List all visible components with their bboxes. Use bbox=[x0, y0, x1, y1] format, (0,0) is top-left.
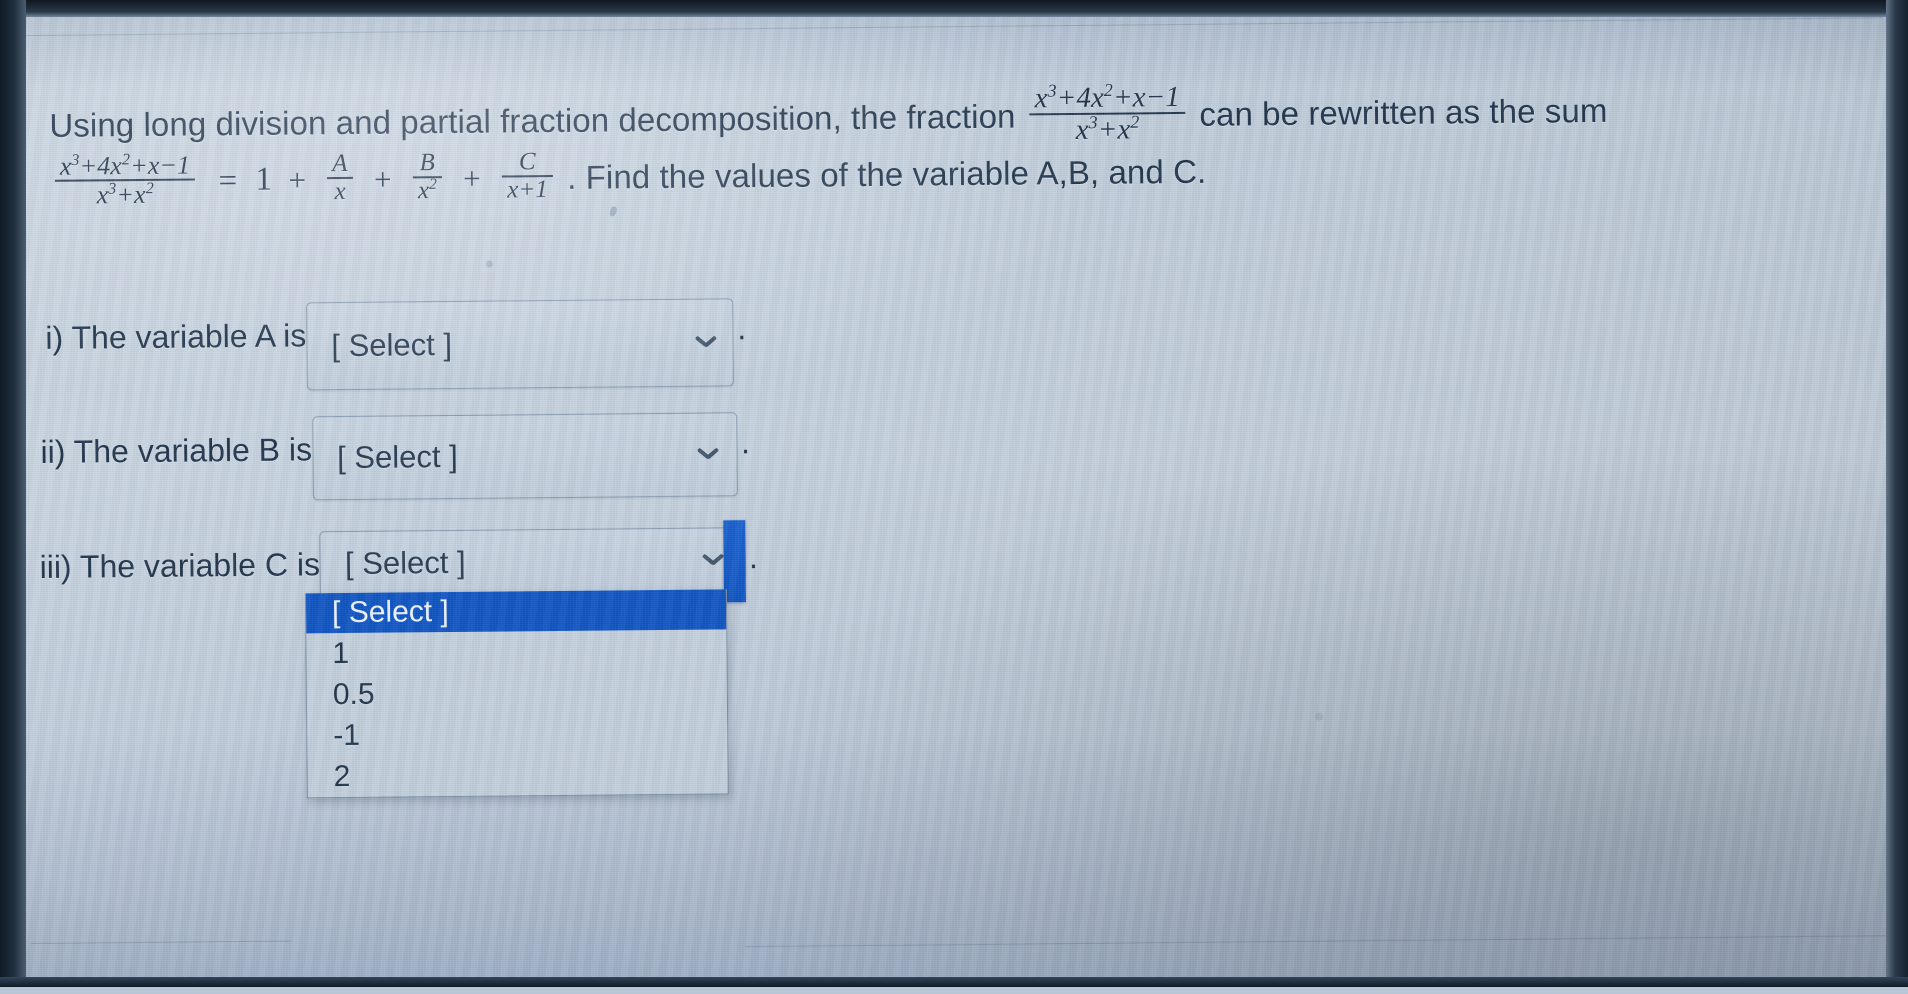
equation-term-c-denominator: x+1 bbox=[507, 176, 549, 204]
question-line1-prefix: Using long division and partial fraction… bbox=[49, 97, 1016, 144]
equation-lhs-numerator: x3+4x2+x−1 bbox=[54, 150, 196, 182]
chevron-down-icon bbox=[694, 333, 716, 355]
page-rule-bottom-left bbox=[31, 940, 292, 945]
equation-lhs-fraction: x3+4x2+x−1 x3+x2 bbox=[54, 150, 196, 210]
equals-sign: = bbox=[218, 162, 238, 199]
equation-term-a-denominator: x bbox=[334, 178, 346, 206]
dust-speck bbox=[608, 205, 618, 218]
question-row-b: ii) The variable B is [ Select ] . bbox=[40, 412, 750, 503]
select-variable-a-value: [ Select ] bbox=[331, 326, 453, 364]
dropdown-option-list: [ Select ] 1 0.5 -1 2 bbox=[304, 589, 729, 799]
equation-lhs-denominator: x3+x2 bbox=[96, 179, 154, 210]
inline-fraction-numerator: x3+4x2+x−1 bbox=[1029, 80, 1186, 116]
row-a-label: i) The variable A is bbox=[45, 317, 307, 356]
equation-constant-term: 1 bbox=[255, 161, 273, 198]
dropdown-option[interactable]: 0.5 bbox=[307, 670, 727, 715]
select-variable-b-value: [ Select ] bbox=[336, 438, 458, 476]
question-line2-suffix: . Find the values of the variable A,B, a… bbox=[566, 152, 1207, 196]
plus-sign-2: + bbox=[373, 161, 392, 197]
equation-term-b-numerator: B bbox=[412, 149, 442, 179]
row-a-period: . bbox=[737, 310, 747, 347]
row-b-period: . bbox=[740, 424, 751, 461]
question-row-c: iii) The variable C is [ Select ] . bbox=[39, 527, 758, 600]
row-c-period: . bbox=[748, 539, 759, 576]
equation-term-b: B x2 bbox=[412, 149, 443, 205]
inline-fraction-denominator: x3+x2 bbox=[1075, 111, 1140, 147]
dust-speck bbox=[485, 260, 493, 268]
dropdown-option[interactable]: 1 bbox=[306, 629, 726, 674]
dropdown-option[interactable]: [ Select ] bbox=[305, 589, 727, 634]
question-line1-suffix: can be rewritten as the sum bbox=[1199, 91, 1608, 133]
page-content: Using long division and partial fraction… bbox=[0, 0, 1908, 994]
plus-sign-3: + bbox=[463, 160, 481, 196]
select-variable-a[interactable]: [ Select ] bbox=[305, 298, 734, 391]
select-variable-c[interactable]: [ Select ] bbox=[319, 527, 746, 598]
page-rule-top bbox=[22, 17, 1883, 37]
chevron-down-icon bbox=[702, 551, 724, 573]
question-line-2: x3+4x2+x−1 x3+x2 = 1 + A x + B x2 + C x+… bbox=[50, 144, 1207, 211]
dropdown-option[interactable]: 2 bbox=[307, 752, 727, 797]
select-variable-b[interactable]: [ Select ] bbox=[311, 412, 738, 501]
select-variable-c-value: [ Select ] bbox=[344, 544, 466, 582]
question-row-a: i) The variable A is [ Select ] . bbox=[45, 298, 747, 393]
equation-term-c: C x+1 bbox=[501, 148, 553, 204]
dropdown-option[interactable]: -1 bbox=[307, 711, 727, 756]
page-rule-bottom-right bbox=[745, 935, 1892, 948]
equation-term-c-numerator: C bbox=[501, 148, 553, 178]
equation-term-b-denominator: x2 bbox=[417, 175, 438, 205]
inline-fraction: x3+4x2+x−1 x3+x2 bbox=[1029, 80, 1186, 147]
equation-term-a-numerator: A bbox=[327, 150, 353, 180]
dust-speck bbox=[1315, 712, 1324, 721]
chevron-down-icon bbox=[696, 445, 718, 467]
equation-term-a: A x bbox=[327, 150, 353, 206]
row-b-label: ii) The variable B is bbox=[40, 431, 313, 470]
question-line-1: Using long division and partial fraction… bbox=[49, 80, 1608, 157]
row-c-label: iii) The variable C is bbox=[39, 546, 321, 585]
plus-sign-1: + bbox=[288, 162, 307, 198]
